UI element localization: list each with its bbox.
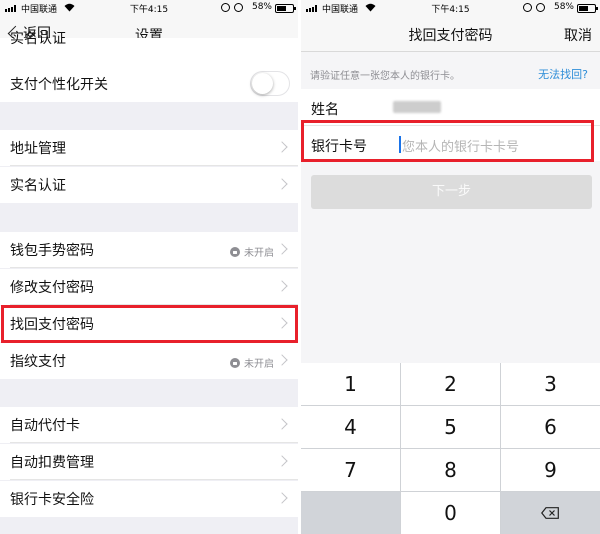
key-0[interactable]: 0 <box>401 492 500 534</box>
chevron-right-icon <box>276 455 288 467</box>
backspace-key[interactable] <box>501 492 600 534</box>
numeric-keypad: 1 2 3 4 5 6 7 8 9 0 <box>301 363 600 534</box>
name-label: 姓名 <box>311 102 339 118</box>
settings-item-pay-personalization: 支付个性化开关 <box>0 66 298 102</box>
battery-percent: 58% <box>251 2 272 12</box>
status-text: 未开启 <box>244 248 274 259</box>
key-3[interactable]: 3 <box>501 363 600 405</box>
key-1[interactable]: 1 <box>301 363 400 405</box>
settings-item-auto-pay-card[interactable]: 自动代付卡 <box>0 407 298 443</box>
settings-item-real-name[interactable]: 实名认证 <box>0 167 298 203</box>
alarm-icon <box>234 3 243 12</box>
toggle-knob <box>252 73 273 94</box>
highlight-box <box>301 120 594 162</box>
status-text: 未开启 <box>244 359 274 370</box>
lock-icon <box>230 357 240 368</box>
key-8[interactable]: 8 <box>401 449 500 491</box>
orientation-lock-icon <box>523 3 532 12</box>
cannot-recover-link[interactable]: 无法找回? <box>538 66 588 82</box>
settings-item-gesture-password[interactable]: 钱包手势密码 未开启 <box>0 232 298 268</box>
settings-item-label: 支付个性化开关 <box>10 77 108 93</box>
settings-item-label: 自动扣费管理 <box>10 455 94 471</box>
battery-percent: 58% <box>553 2 574 12</box>
chevron-right-icon <box>276 418 288 430</box>
status-badge: 未开启 <box>230 355 274 370</box>
orientation-lock-icon <box>221 3 230 12</box>
key-6[interactable]: 6 <box>501 406 600 448</box>
battery-icon <box>577 4 598 13</box>
key-7[interactable]: 7 <box>301 449 400 491</box>
cancel-button[interactable]: 取消 <box>564 25 592 45</box>
lock-icon <box>230 246 240 257</box>
recover-password-screen: 中国联通 下午4:15 58% 找回支付密码 取消 请验证任意一张您本人的银行卡… <box>301 0 600 534</box>
settings-screen: 中国联通 下午4:15 58% 返回 设置 实名认证 支付个性化开关 地址管理 … <box>0 0 298 534</box>
status-bar: 中国联通 下午4:15 58% <box>301 0 600 16</box>
settings-item-address[interactable]: 地址管理 <box>0 130 298 166</box>
settings-item-change-password[interactable]: 修改支付密码 <box>0 269 298 305</box>
chevron-right-icon <box>276 141 288 153</box>
settings-item-auto-deduct[interactable]: 自动扣费管理 <box>0 444 298 480</box>
chevron-right-icon <box>276 243 288 255</box>
alarm-icon <box>536 3 545 12</box>
backspace-icon <box>541 507 559 519</box>
hint-text: 请验证任意一张您本人的银行卡。 <box>310 71 460 82</box>
verify-hint: 请验证任意一张您本人的银行卡。 无法找回? <box>301 53 600 89</box>
settings-item-label: 修改支付密码 <box>10 280 94 296</box>
status-badge: 未开启 <box>230 244 274 259</box>
pay-personalization-toggle[interactable] <box>250 71 290 96</box>
settings-item-label: 自动代付卡 <box>10 418 80 434</box>
nav-bar: 找回支付密码 取消 <box>301 16 600 52</box>
masked-name <box>393 101 441 113</box>
highlight-box <box>1 305 298 343</box>
chevron-right-icon <box>276 280 288 292</box>
key-9[interactable]: 9 <box>501 449 600 491</box>
key-2[interactable]: 2 <box>401 363 500 405</box>
settings-item-label: 指纹支付 <box>10 354 66 370</box>
battery-icon <box>275 4 296 13</box>
chevron-right-icon <box>276 354 288 366</box>
key-blank <box>301 492 400 534</box>
next-button[interactable]: 下一步 <box>311 175 592 209</box>
key-4[interactable]: 4 <box>301 406 400 448</box>
settings-item-label: 实名认证 <box>10 31 66 47</box>
key-5[interactable]: 5 <box>401 406 500 448</box>
chevron-right-icon <box>276 178 288 190</box>
settings-item-card-insurance[interactable]: 银行卡安全险 <box>0 481 298 517</box>
settings-item-label: 银行卡安全险 <box>10 492 94 508</box>
chevron-right-icon <box>276 492 288 504</box>
settings-item-label: 实名认证 <box>10 178 66 194</box>
page-title: 找回支付密码 <box>408 28 493 44</box>
settings-item-label: 钱包手势密码 <box>10 243 94 259</box>
settings-item-fingerprint[interactable]: 指纹支付 未开启 <box>0 343 298 379</box>
status-bar: 中国联通 下午4:15 58% <box>0 0 298 16</box>
settings-item-label: 地址管理 <box>10 141 66 157</box>
settings-item-verification-partial[interactable]: 实名认证 <box>0 31 298 66</box>
